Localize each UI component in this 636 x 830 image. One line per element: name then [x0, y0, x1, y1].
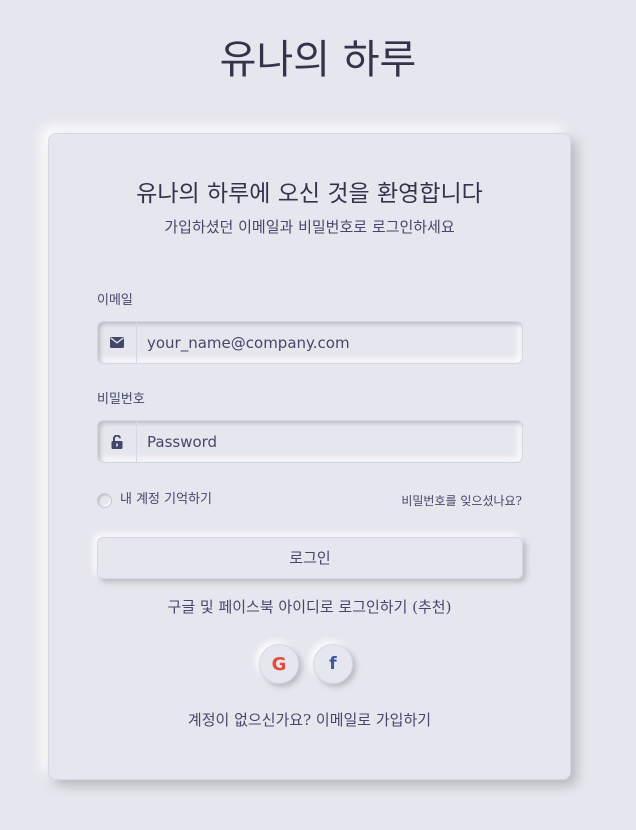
signup-link[interactable]: 계정이 없으신가요? 이메일로 가입하기 [49, 709, 570, 731]
login-heading: 유나의 하루에 오신 것을 환영합니다 [136, 181, 483, 207]
envelope-icon [98, 322, 137, 363]
unlock-icon [98, 421, 137, 462]
email-input-group [97, 321, 523, 364]
login-card: 유나의 하루에 오신 것을 환영합니다 가입하셨던 이메일과 비밀번호로 로그인… [48, 133, 571, 780]
facebook-icon: f [329, 654, 337, 674]
google-icon: G [271, 653, 287, 675]
facebook-login-button[interactable]: f [313, 644, 353, 684]
password-label: 비밀번호 [97, 392, 145, 407]
site-title: 유나의 하루 [219, 37, 417, 83]
login-subheading: 가입하셨던 이메일과 비밀번호로 로그인하세요 [164, 218, 455, 236]
remember-me[interactable]: 내 계정 기억하기 [97, 491, 212, 509]
email-input[interactable] [137, 322, 522, 363]
social-login-text: 구글 및 페이스북 아이디로 로그인하기 (추천) [167, 598, 452, 616]
login-button[interactable]: 로그인 [97, 537, 523, 579]
password-input-group [97, 420, 523, 463]
remember-me-checkbox[interactable] [97, 492, 112, 508]
remember-me-label: 내 계정 기억하기 [120, 492, 212, 507]
password-input[interactable] [137, 421, 522, 462]
google-login-button[interactable]: G [259, 644, 299, 684]
email-label: 이메일 [97, 293, 133, 308]
forgot-password-link[interactable]: 비밀번호를 잊으셨나요? [401, 492, 522, 510]
